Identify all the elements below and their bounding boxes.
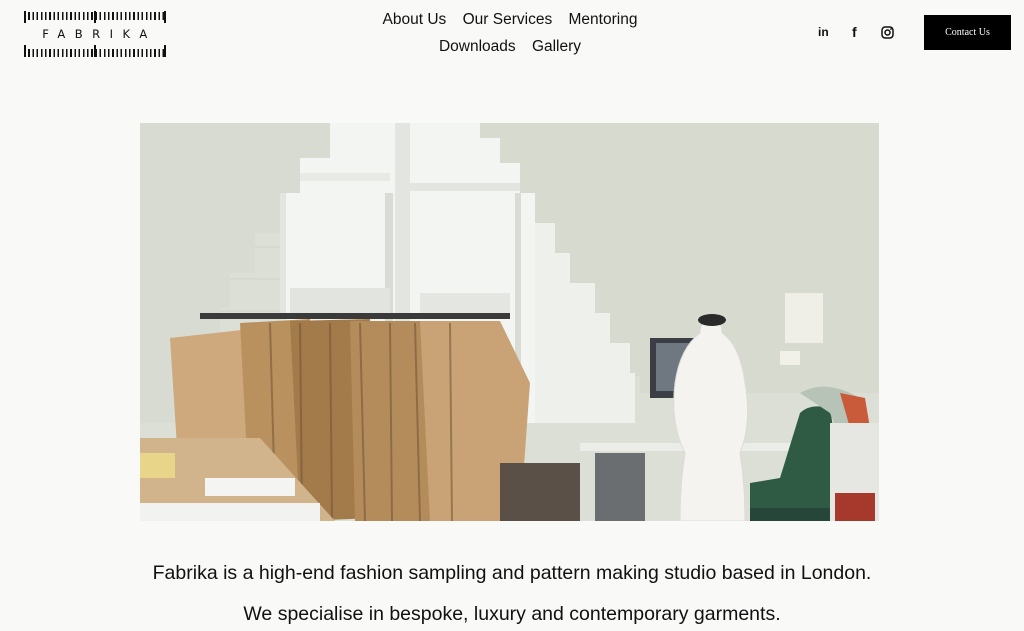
nav-mentoring[interactable]: Mentoring [569,11,638,28]
contact-us-button[interactable]: Contact Us [924,15,1011,50]
ruler-mark [24,11,26,23]
intro-line-1: Fabrika is a high-end fashion sampling a… [152,562,872,584]
linkedin-icon[interactable]: in [818,25,829,39]
nav-gallery[interactable]: Gallery [532,38,581,55]
ruler-mark [164,45,166,57]
ruler-mark [94,45,96,57]
main-nav: About Us Our Services Mentoring Download… [370,6,650,60]
hero-studio-image [140,123,879,521]
ruler-mark [94,11,96,23]
facebook-icon[interactable]: f [852,24,857,40]
fabrika-logo[interactable]: FABRIKA [24,11,166,57]
nav-about-us[interactable]: About Us [383,11,447,28]
nav-our-services[interactable]: Our Services [463,11,553,28]
nav-downloads[interactable]: Downloads [439,38,516,55]
ruler-mark [24,45,26,57]
intro-line-2: We specialise in bespoke, luxury and con… [243,603,781,625]
ruler-mark [164,11,166,23]
logo-wordmark: FABRIKA [42,27,157,41]
instagram-icon[interactable] [881,26,894,39]
